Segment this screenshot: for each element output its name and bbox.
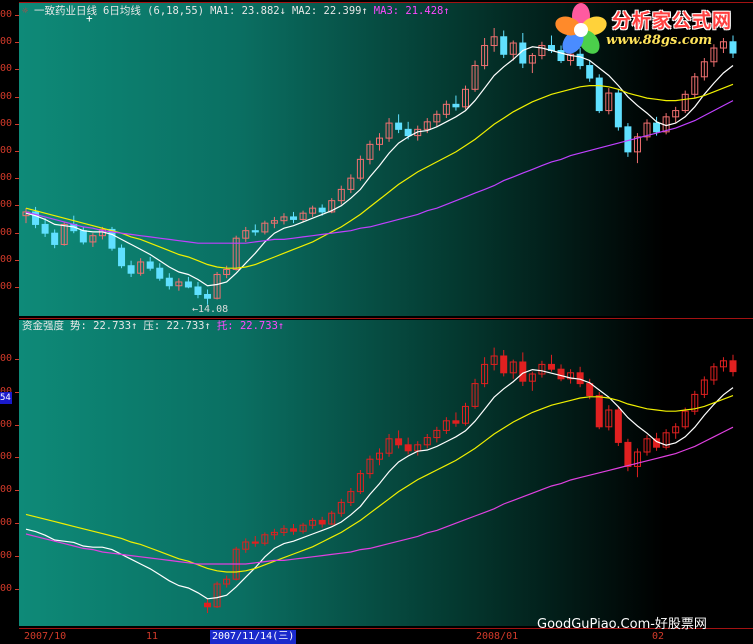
ma2-line xyxy=(25,83,734,269)
strength-bar xyxy=(614,409,622,443)
candle-body xyxy=(184,281,192,288)
shi-value: 势: 22.733↑ xyxy=(70,320,138,332)
selected-date: 2007/11/14(三) xyxy=(210,630,297,644)
watermark: GoodGuPiao.Com-好股票网 xyxy=(537,617,707,632)
candle-body xyxy=(127,265,135,274)
candle-body xyxy=(146,261,154,269)
strength-bar xyxy=(586,383,594,397)
strength-bar xyxy=(519,361,527,382)
strength-bar xyxy=(500,355,508,374)
ma1-line xyxy=(25,46,734,287)
candle-body xyxy=(51,232,59,245)
candle-body xyxy=(595,77,603,112)
candle-body xyxy=(404,128,412,137)
strength-bar xyxy=(452,420,460,424)
candle-body xyxy=(395,122,403,130)
strength-bar xyxy=(318,519,326,525)
candle-body xyxy=(156,267,164,279)
chart-window: 00000000000000000000000000000000000000 5… xyxy=(0,0,753,644)
y-tick-mark xyxy=(15,457,19,459)
candle-body xyxy=(500,36,508,55)
candle-body xyxy=(41,223,49,234)
candle-icon[interactable]: ☼ xyxy=(22,6,28,17)
y-tick-mark xyxy=(15,15,19,16)
candle-body xyxy=(586,65,594,79)
ma-params: 6日均线 (6,18,55) xyxy=(103,5,205,17)
y-tick-mark xyxy=(15,123,19,125)
candle-body xyxy=(653,122,661,133)
candle-body xyxy=(204,293,212,299)
y-tick-mark xyxy=(15,555,19,557)
candle-body xyxy=(194,286,202,295)
y-tick-mark xyxy=(15,287,19,288)
candle-body xyxy=(318,207,326,213)
date-label: 2008/01 xyxy=(476,631,519,642)
y-tick-mark xyxy=(15,359,19,360)
y-tick-mark xyxy=(15,42,19,44)
ma3-line xyxy=(25,100,734,244)
y-tick-mark xyxy=(15,523,19,524)
y-tick-mark xyxy=(15,424,19,426)
crosshair-cursor: + xyxy=(86,12,93,25)
candle-body xyxy=(452,103,460,108)
candle-body xyxy=(614,92,622,128)
y-tick-mark xyxy=(15,232,19,234)
logo-title: 分析家公式网 xyxy=(612,10,733,32)
sub-header: 资金强度 势: 22.733↑ 压: 22.733↑ 托: 22.733↑ xyxy=(22,319,290,333)
ya-value: 压: 22.733↑ xyxy=(143,320,211,332)
y-tick-mark xyxy=(15,69,19,71)
candle-body xyxy=(624,126,632,153)
strength-bar xyxy=(251,541,259,544)
ma1-value: MA1: 23.882↓ xyxy=(210,5,286,17)
y-tick-mark xyxy=(15,178,19,180)
strength-bar xyxy=(595,395,603,428)
strength-bar xyxy=(547,363,555,370)
indicator-title: 资金强度 xyxy=(22,320,64,332)
strength-bar xyxy=(404,444,412,452)
strength-bar xyxy=(290,528,298,532)
tuo-value: 托: 22.733↑ xyxy=(216,320,285,332)
y-tick-mark xyxy=(15,391,19,393)
y-tick-mark xyxy=(15,151,19,152)
strength-bar xyxy=(395,438,403,446)
candle-body xyxy=(79,230,87,243)
date-label: 2007/10 xyxy=(24,631,67,642)
logo-url: www.88gs.com xyxy=(606,33,713,48)
y-tick-mark xyxy=(15,259,19,261)
y-tick-mark xyxy=(15,588,19,590)
axis-badge: 54 xyxy=(0,392,12,404)
candle-body xyxy=(118,247,126,267)
ma2-value: MA2: 22.399↑ xyxy=(291,5,368,17)
strength-bar xyxy=(557,368,565,380)
y-tick-mark xyxy=(15,205,19,207)
date-label: 02 xyxy=(652,631,665,642)
strength-bar xyxy=(204,602,212,608)
candle-body xyxy=(165,277,173,287)
candle-body xyxy=(251,230,259,233)
date-label: 11 xyxy=(146,631,159,642)
strength-bar xyxy=(729,360,737,373)
y-axis: 00000000000000000000000000000000000000 xyxy=(0,0,19,644)
y-tick-mark xyxy=(15,490,19,492)
low-annotation: ←14.08 xyxy=(192,304,229,315)
y-tick-mark xyxy=(15,96,19,98)
candle-body xyxy=(290,216,298,220)
strength-bar xyxy=(624,441,632,467)
ma3-value: MA3: 21.428↑ xyxy=(373,5,450,17)
strength-bar xyxy=(576,372,584,385)
